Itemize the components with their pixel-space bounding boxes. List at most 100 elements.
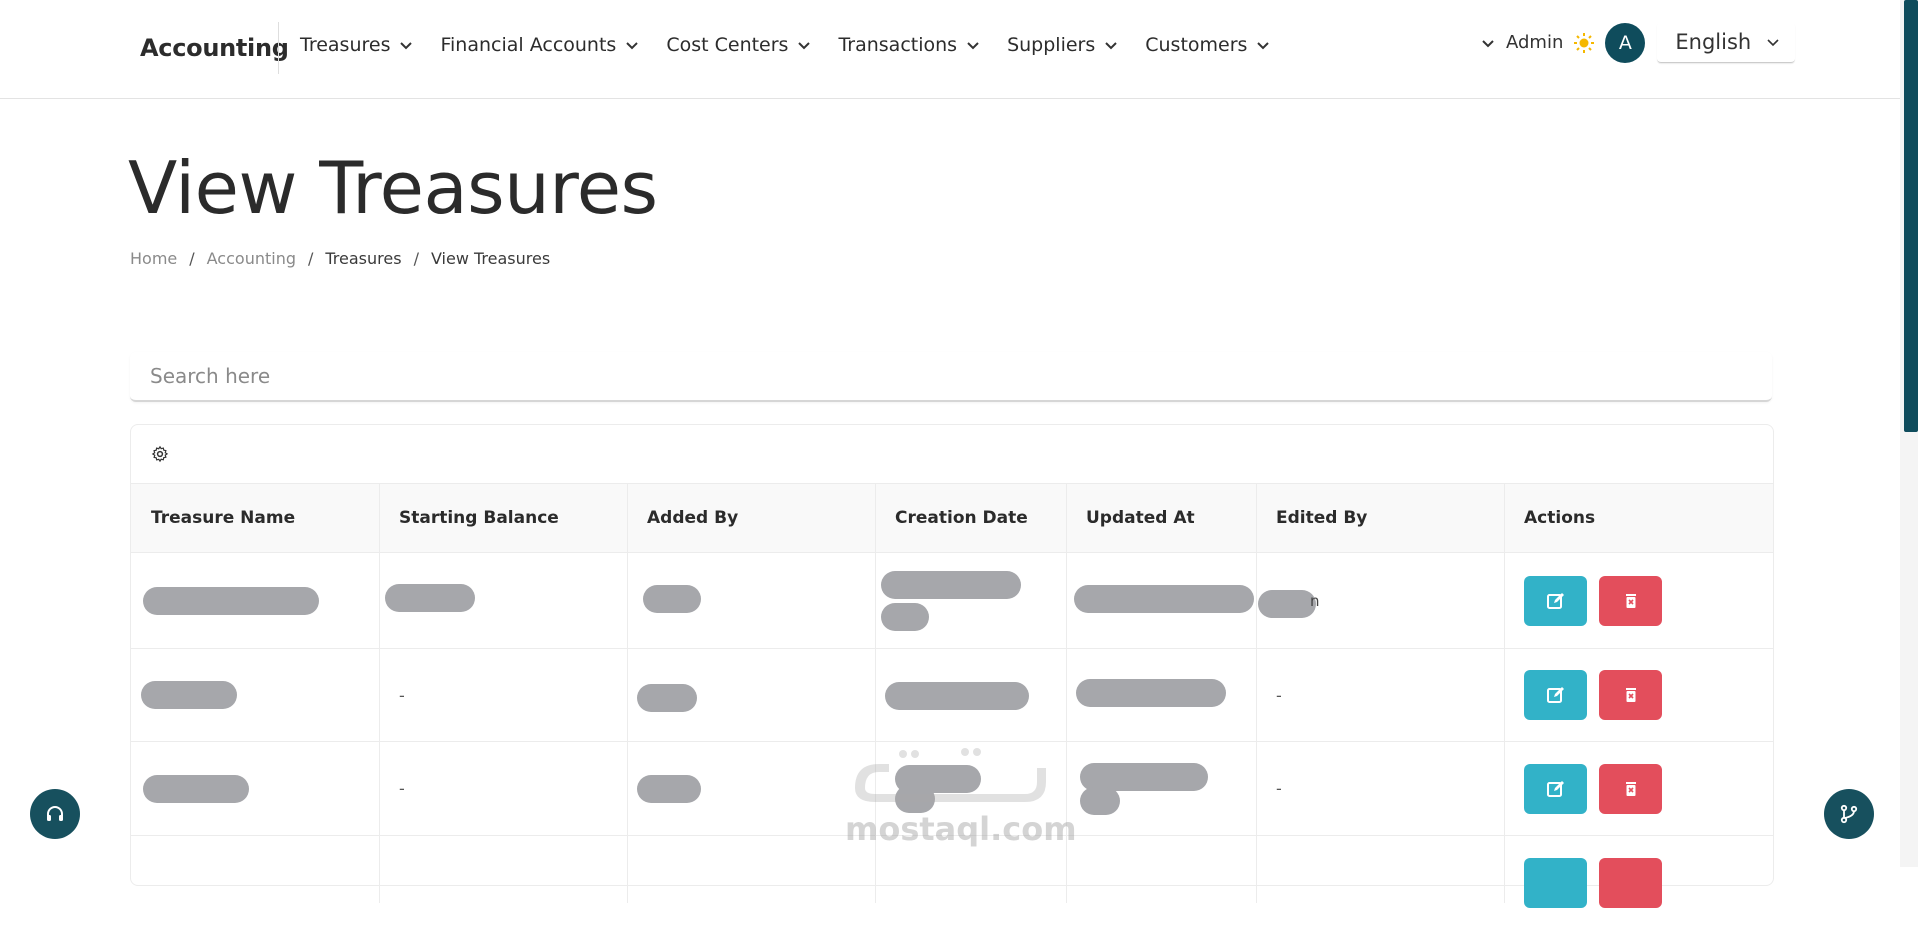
navbar-right: Admin A English (1480, 22, 1796, 63)
cell-actions (1504, 836, 1773, 928)
cell-updated-at (1066, 553, 1257, 648)
edit-button[interactable] (1524, 858, 1587, 908)
column-divider (1504, 483, 1505, 903)
chevron-down-icon (400, 42, 413, 50)
redacted-value (385, 583, 475, 612)
chevron-down-icon (798, 42, 811, 50)
edit-button[interactable] (1524, 575, 1587, 626)
menu-item-customers[interactable]: Customers (1145, 34, 1271, 56)
table-header: Treasure Name Starting Balance Added By … (131, 483, 1773, 553)
column-header-creation-date[interactable]: Creation Date (875, 484, 1067, 552)
breadcrumb-separator: / (413, 249, 419, 268)
search-input[interactable] (130, 352, 1772, 400)
cell-treasure-name (131, 742, 379, 835)
breadcrumb-current: View Treasures (430, 249, 551, 268)
cell-starting-balance (379, 553, 627, 648)
cell-starting-balance: - (399, 685, 405, 705)
sun-icon[interactable] (1573, 32, 1595, 54)
redacted-value (881, 602, 929, 631)
redacted-value (143, 774, 249, 803)
edited-by-text: n (1310, 591, 1320, 610)
support-chat-button[interactable] (30, 789, 80, 839)
page-title: View Treasures (128, 146, 658, 230)
cell-added-by (627, 742, 875, 835)
column-divider (379, 483, 380, 903)
delete-button[interactable] (1599, 763, 1662, 814)
column-header-edited-by[interactable]: Edited By (1256, 484, 1504, 552)
row-actions (1524, 763, 1662, 814)
cell-actions (1504, 742, 1773, 835)
column-header-starting-balance[interactable]: Starting Balance (379, 484, 627, 552)
cell-creation-date (875, 553, 1067, 648)
redacted-value (1076, 679, 1226, 707)
user-menu-label[interactable]: Admin (1506, 32, 1563, 53)
row-actions (1524, 575, 1662, 626)
cell-treasure-name (131, 553, 379, 648)
breadcrumb-separator: / (307, 249, 314, 268)
watermark-logo (855, 748, 1046, 802)
table-row: n (131, 553, 1773, 649)
edit-button[interactable] (1524, 670, 1587, 720)
menu-item-transactions[interactable]: Transactions (838, 34, 981, 56)
avatar[interactable]: A (1605, 22, 1646, 63)
chevron-down-icon (967, 42, 979, 50)
column-header-actions: Actions (1524, 508, 1596, 528)
table-row (131, 836, 1773, 928)
breadcrumb: Home / Accounting / Treasures / View Tre… (130, 249, 550, 268)
column-header-added-by[interactable]: Added By (627, 484, 875, 552)
delete-icon (1625, 593, 1636, 608)
redacted-value (1074, 584, 1254, 613)
column-divider (627, 483, 628, 903)
branch-icon (1840, 804, 1858, 824)
breadcrumb-treasures: Treasures (325, 249, 402, 268)
menu-item-financial-accounts[interactable]: Financial Accounts (440, 34, 640, 56)
delete-icon (1625, 688, 1636, 702)
redacted-value (143, 586, 319, 615)
chevron-down-icon (1105, 42, 1117, 50)
delete-button[interactable] (1599, 858, 1662, 908)
menu-item-label: Suppliers (1007, 34, 1096, 56)
main-menu: Treasures Financial Accounts Cost Center… (300, 34, 1297, 56)
menu-item-label: Treasures (300, 34, 391, 56)
column-header-treasure-name[interactable]: Treasure Name (131, 484, 379, 552)
cell-edited-by: - (1276, 779, 1282, 798)
delete-button[interactable] (1599, 575, 1662, 626)
cell-edited-by: - (1276, 685, 1282, 705)
redacted-value (1080, 786, 1120, 815)
menu-item-treasures[interactable]: Treasures (300, 34, 414, 56)
breadcrumb-accounting[interactable]: Accounting (207, 249, 296, 268)
column-header-updated-at[interactable]: Updated At (1066, 484, 1257, 552)
menu-item-label: Financial Accounts (440, 34, 617, 56)
redacted-value (637, 774, 701, 803)
workflow-button[interactable] (1824, 789, 1874, 839)
cell-added-by (627, 553, 875, 648)
cell-creation-date (875, 649, 1067, 741)
cell-starting-balance: - (399, 779, 405, 798)
cell-treasure-name (131, 649, 379, 741)
menu-item-label: Cost Centers (666, 34, 789, 56)
chevron-down-icon[interactable] (1480, 35, 1496, 51)
top-navbar: Accounting Treasures Financial Accounts … (0, 0, 1900, 99)
menu-item-suppliers[interactable]: Suppliers (1007, 34, 1119, 56)
row-actions (1524, 858, 1662, 908)
language-select[interactable]: English (1657, 22, 1796, 63)
delete-button[interactable] (1599, 670, 1662, 720)
watermark-text: mostaql.com (845, 810, 1077, 848)
cell-added-by (627, 649, 875, 741)
brand-title[interactable]: Accounting (140, 34, 289, 62)
search-box (130, 352, 1772, 402)
redacted-value (637, 684, 697, 712)
edit-icon (1546, 780, 1564, 797)
redacted-value (881, 570, 1021, 599)
gear-icon[interactable] (151, 445, 169, 463)
breadcrumb-home[interactable]: Home (130, 249, 177, 268)
menu-item-cost-centers[interactable]: Cost Centers (666, 34, 812, 56)
redacted-value (141, 681, 237, 709)
brand-divider (278, 22, 279, 74)
column-divider (1256, 483, 1257, 903)
redacted-value (643, 584, 701, 613)
page-scrollbar-thumb[interactable] (1904, 0, 1918, 432)
edit-icon (1546, 592, 1564, 609)
edit-button[interactable] (1524, 763, 1587, 814)
breadcrumb-separator: / (189, 249, 195, 268)
